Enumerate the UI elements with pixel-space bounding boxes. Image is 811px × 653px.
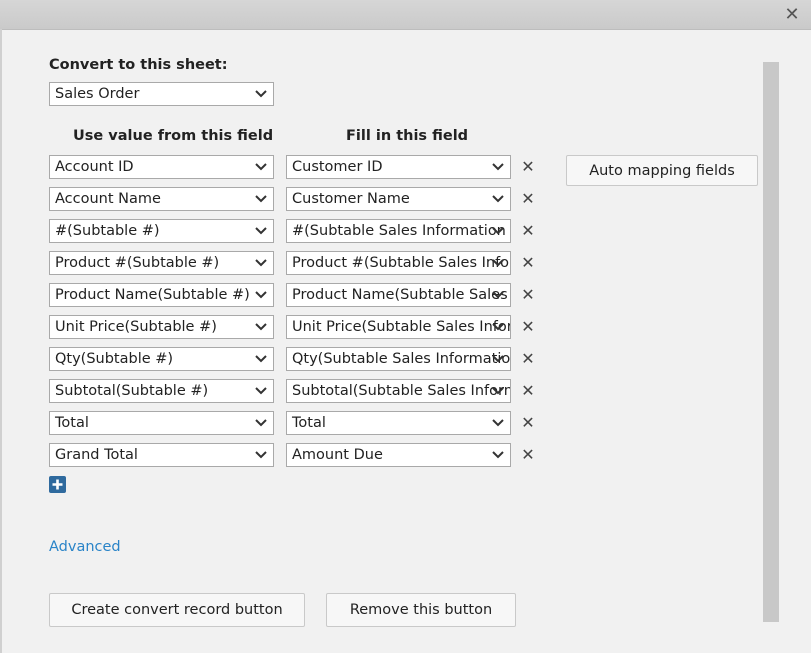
dest-field-value: Total [292, 415, 326, 431]
target-sheet-select[interactable]: Sales Order [49, 82, 274, 106]
delete-icon[interactable]: ✕ [521, 223, 535, 239]
auto-mapping-button[interactable]: Auto mapping fields [566, 155, 758, 186]
chevron-down-icon [490, 316, 506, 338]
remove-button[interactable]: Remove this button [326, 593, 516, 627]
delete-icon[interactable]: ✕ [521, 255, 535, 271]
chevron-down-icon [490, 412, 506, 434]
dest-field-select[interactable]: Product Name(Subtable Sales Information … [286, 283, 511, 307]
delete-icon[interactable]: ✕ [521, 159, 535, 175]
source-field-value: Product #(Subtable #) [55, 255, 220, 271]
chevron-down-icon [253, 284, 269, 306]
source-column-header: Use value from this field [73, 128, 274, 144]
chevron-down-icon [490, 156, 506, 178]
chevron-down-icon [490, 348, 506, 370]
source-field-value: #(Subtable #) [55, 223, 160, 239]
plus-icon[interactable] [49, 476, 66, 493]
dest-field-value: Unit Price(Subtable Sales Information #) [292, 319, 511, 335]
create-convert-button[interactable]: Create convert record button [49, 593, 305, 627]
advanced-link[interactable]: Advanced [49, 539, 121, 555]
dest-column-header: Fill in this field [346, 128, 469, 144]
chevron-down-icon [490, 220, 506, 242]
dest-field-select[interactable]: Qty(Subtable Sales Information #) [286, 347, 511, 371]
source-field-select[interactable]: Product Name(Subtable #) [49, 283, 274, 307]
dest-field-select[interactable]: #(Subtable Sales Information #) [286, 219, 511, 243]
delete-icon[interactable]: ✕ [521, 447, 535, 463]
chevron-down-icon [253, 348, 269, 370]
source-field-select[interactable]: Grand Total [49, 443, 274, 467]
dest-field-value: Product #(Subtable Sales Information #) [292, 255, 510, 271]
dialog-titlebar: ✕ [0, 0, 811, 30]
chevron-down-icon [490, 188, 506, 210]
chevron-down-icon [253, 412, 269, 434]
chevron-down-icon [490, 444, 506, 466]
dest-field-value: Customer ID [292, 159, 383, 175]
chevron-down-icon [253, 156, 269, 178]
chevron-down-icon [253, 188, 269, 210]
source-field-value: Unit Price(Subtable #) [55, 319, 217, 335]
source-field-select[interactable]: Unit Price(Subtable #) [49, 315, 274, 339]
chevron-down-icon [490, 284, 506, 306]
dest-field-value: Amount Due [292, 447, 383, 463]
delete-icon[interactable]: ✕ [521, 383, 535, 399]
source-field-value: Account ID [55, 159, 134, 175]
chevron-down-icon [253, 316, 269, 338]
source-field-select[interactable]: #(Subtable #) [49, 219, 274, 243]
delete-icon[interactable]: ✕ [521, 351, 535, 367]
chevron-down-icon [490, 380, 506, 402]
dest-field-select[interactable]: Customer Name [286, 187, 511, 211]
dest-field-value: Qty(Subtable Sales Information #) [292, 351, 511, 367]
dest-field-select[interactable]: Customer ID [286, 155, 511, 179]
chevron-down-icon [253, 444, 269, 466]
chevron-down-icon [253, 83, 269, 105]
source-field-select[interactable]: Total [49, 411, 274, 435]
chevron-down-icon [253, 380, 269, 402]
target-sheet-value: Sales Order [55, 86, 140, 102]
source-field-select[interactable]: Subtotal(Subtable #) [49, 379, 274, 403]
chevron-down-icon [490, 252, 506, 274]
source-field-select[interactable]: Account ID [49, 155, 274, 179]
delete-icon[interactable]: ✕ [521, 191, 535, 207]
dest-field-select[interactable]: Product #(Subtable Sales Information #) [286, 251, 511, 275]
close-icon[interactable]: ✕ [783, 6, 801, 24]
source-field-select[interactable]: Product #(Subtable #) [49, 251, 274, 275]
source-field-value: Grand Total [55, 447, 138, 463]
source-field-value: Product Name(Subtable #) [55, 287, 250, 303]
source-field-value: Qty(Subtable #) [55, 351, 174, 367]
source-field-value: Account Name [55, 191, 161, 207]
target-sheet-label: Convert to this sheet: [49, 57, 228, 73]
scrollbar[interactable] [763, 62, 779, 622]
dialog-frame [0, 29, 2, 653]
source-field-select[interactable]: Qty(Subtable #) [49, 347, 274, 371]
delete-icon[interactable]: ✕ [521, 415, 535, 431]
chevron-down-icon [253, 220, 269, 242]
delete-icon[interactable]: ✕ [521, 319, 535, 335]
dest-field-value: Subtotal(Subtable Sales Information #) [292, 383, 510, 399]
dest-field-select[interactable]: Subtotal(Subtable Sales Information #) [286, 379, 511, 403]
chevron-down-icon [253, 252, 269, 274]
delete-icon[interactable]: ✕ [521, 287, 535, 303]
dest-field-select[interactable]: Unit Price(Subtable Sales Information #) [286, 315, 511, 339]
dest-field-select[interactable]: Amount Due [286, 443, 511, 467]
dest-field-value: #(Subtable Sales Information #) [292, 223, 511, 239]
dest-field-value: Product Name(Subtable Sales Information … [292, 287, 510, 303]
source-field-value: Total [55, 415, 89, 431]
dest-field-value: Customer Name [292, 191, 410, 207]
source-field-value: Subtotal(Subtable #) [55, 383, 209, 399]
source-field-select[interactable]: Account Name [49, 187, 274, 211]
dest-field-select[interactable]: Total [286, 411, 511, 435]
